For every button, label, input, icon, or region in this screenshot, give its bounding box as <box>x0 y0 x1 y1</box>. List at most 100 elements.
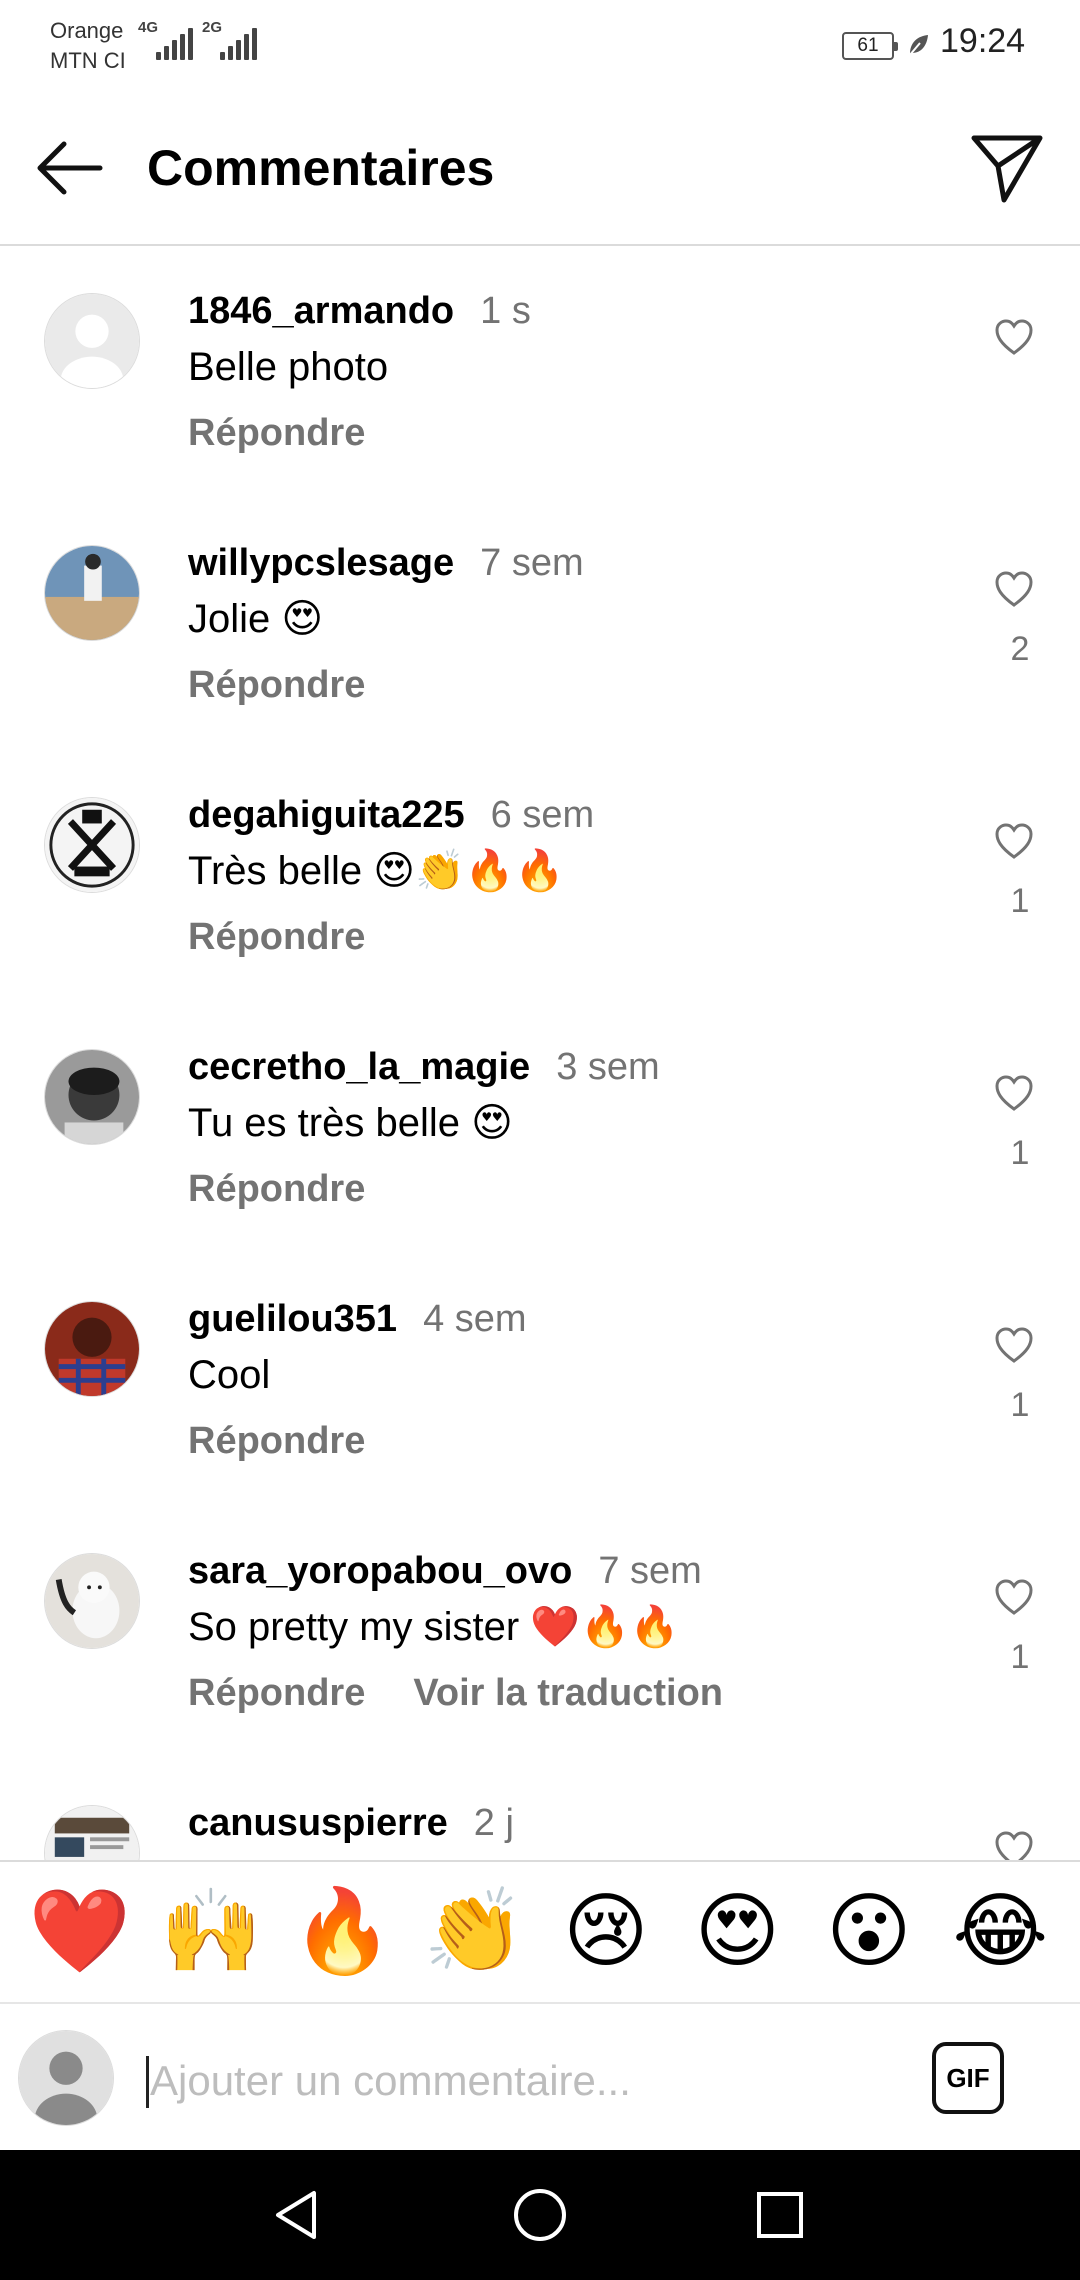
comment-username[interactable]: degahiguita225 <box>188 794 465 836</box>
like-count: 2 <box>1010 630 1030 668</box>
emoji-fire-button[interactable]: 🔥 <box>283 1882 403 1982</box>
send-button[interactable] <box>968 126 1048 206</box>
comment-username-row[interactable]: cecretho_la_magie 3 sem <box>188 1042 660 1092</box>
reply-button[interactable]: Répondre <box>188 1672 365 1714</box>
comment-time: 2 j <box>473 1802 514 1844</box>
comment-username[interactable]: cecretho_la_magie <box>188 1046 530 1088</box>
carrier-1: Orange <box>50 18 124 43</box>
avatar[interactable] <box>44 1301 140 1397</box>
nav-home-button[interactable] <box>510 2185 570 2245</box>
heart-icon <box>995 823 1033 859</box>
like-button[interactable] <box>994 822 1034 862</box>
like-count: 1 <box>1010 1134 1030 1172</box>
nav-recents-button[interactable] <box>750 2185 810 2245</box>
comment-username-row[interactable]: guelilou351 4 sem <box>188 1294 527 1344</box>
emoji-bar: ❤️ 🙌 🔥 👏 😢 😍 😮 😂 <box>0 1860 1080 2004</box>
leaf-icon <box>906 32 930 65</box>
back-button[interactable] <box>30 128 110 208</box>
comment-username-row[interactable]: degahiguita225 6 sem <box>188 790 594 840</box>
like-button[interactable] <box>994 1074 1034 1114</box>
like-count: 1 <box>1010 1638 1030 1676</box>
clock: 19:24 <box>940 22 1026 60</box>
network-type-2: 2G <box>202 19 223 36</box>
reply-button[interactable]: Répondre <box>188 664 365 706</box>
emoji-surprised-button[interactable]: 😮 <box>809 1882 929 1982</box>
emoji-heart-button[interactable]: ❤️ <box>20 1882 140 1982</box>
comment-username[interactable]: willypcslesage <box>188 542 454 584</box>
system-nav-bar <box>0 2150 1080 2280</box>
nav-back-button[interactable] <box>270 2185 330 2245</box>
comment-input[interactable] <box>150 2046 910 2116</box>
circle-home-icon <box>514 2189 566 2241</box>
arrow-left-icon <box>37 141 103 195</box>
like-button[interactable] <box>994 1578 1034 1618</box>
comment-time: 7 sem <box>598 1550 702 1592</box>
comment-actions: Répondre <box>188 1416 413 1466</box>
like-button[interactable] <box>994 570 1034 610</box>
like-button[interactable] <box>994 318 1034 358</box>
like-count: 1 <box>1010 882 1030 920</box>
like-button[interactable] <box>994 1326 1034 1366</box>
comment-item: 1846_armando 1 s Belle photo Répondre <box>0 248 1080 500</box>
comment-text: Cool <box>188 1353 271 1397</box>
avatar[interactable] <box>44 293 140 389</box>
comment-text: Belle photo <box>188 345 389 389</box>
my-avatar <box>18 2030 114 2126</box>
comment-username-row[interactable]: 1846_armando 1 s <box>188 286 531 336</box>
comment-item: guelilou351 4 sem Cool Répondre 1 <box>0 1256 1080 1508</box>
reply-button[interactable]: Répondre <box>188 412 365 454</box>
reply-button[interactable]: Répondre <box>188 1168 365 1210</box>
triangle-back-icon <box>276 2191 316 2239</box>
comment-actions: Répondre <box>188 408 413 458</box>
emoji-raised-hands-button[interactable]: 🙌 <box>151 1882 271 1982</box>
comment-username-row[interactable]: canususpierre 2 j <box>188 1798 514 1848</box>
comment-text: Tu es très belle 😍 <box>188 1101 513 1145</box>
avatar[interactable] <box>44 1805 140 1860</box>
avatar[interactable] <box>44 797 140 893</box>
network-type-1: 4G <box>138 19 159 36</box>
comment-item: cecretho_la_magie 3 sem Tu es très belle … <box>0 1004 1080 1256</box>
comment-time: 6 sem <box>490 794 595 836</box>
comment-item: sara_yoropabou_ovo 7 sem So pretty my sis… <box>0 1508 1080 1760</box>
comment-text: Très belle 😍👏🔥🔥 <box>188 849 565 893</box>
comment-actions: Répondre <box>188 1164 413 1214</box>
comment-username-row[interactable]: sara_yoropabou_ovo 7 sem <box>188 1546 702 1596</box>
emoji-clap-button[interactable]: 👏 <box>414 1882 534 1982</box>
header: Commentaires <box>0 96 1080 246</box>
avatar[interactable] <box>44 1049 140 1145</box>
avatar[interactable] <box>44 545 140 641</box>
heart-icon <box>995 1579 1033 1615</box>
comment-actions: Répondre Voir la traduction <box>188 1668 771 1718</box>
comment-username[interactable]: guelilou351 <box>188 1298 397 1340</box>
like-button[interactable] <box>994 1830 1034 1860</box>
comment-list[interactable]: 1846_armando 1 s Belle photo Répondre wil… <box>0 248 1080 1860</box>
emoji-crying-button[interactable]: 😢 <box>546 1882 666 1982</box>
translate-button[interactable]: Voir la traduction <box>413 1672 723 1714</box>
comment-time: 7 sem <box>480 542 584 584</box>
comment-username[interactable]: sara_yoropabou_ovo <box>188 1550 572 1592</box>
heart-icon <box>995 571 1033 607</box>
battery-icon: 61 <box>842 32 898 60</box>
comment-username[interactable]: 1846_armando <box>188 290 454 332</box>
carrier-info: Orange MTN CI <box>50 16 126 76</box>
status-bar: Orange MTN CI 4G 2G 61 19:24 <box>0 0 1080 96</box>
emoji-laughing-button[interactable]: 😂 <box>940 1882 1060 1982</box>
comment-actions: Répondre <box>188 912 413 962</box>
emoji-heart-eyes-button[interactable]: 😍 <box>677 1882 797 1982</box>
comment-username[interactable]: canususpierre <box>188 1802 448 1844</box>
avatar[interactable] <box>44 1553 140 1649</box>
gif-button[interactable]: GIF <box>932 2042 1004 2114</box>
like-count: 1 <box>1010 1386 1030 1424</box>
comment-item: willypcslesage 7 sem Jolie 😍 Répondre 2 <box>0 500 1080 752</box>
heart-icon <box>995 1327 1033 1363</box>
comment-item: degahiguita225 6 sem Très belle 😍👏🔥🔥 Répo… <box>0 752 1080 1004</box>
comment-composer: GIF <box>0 2006 1080 2150</box>
comment-username-row[interactable]: willypcslesage 7 sem <box>188 538 584 588</box>
reply-button[interactable]: Répondre <box>188 1420 365 1462</box>
heart-icon <box>995 1075 1033 1111</box>
comment-time: 4 sem <box>423 1298 527 1340</box>
heart-icon <box>995 1831 1033 1860</box>
heart-icon <box>995 319 1033 355</box>
signal-1-icon: 4G <box>138 19 193 60</box>
reply-button[interactable]: Répondre <box>188 916 365 958</box>
